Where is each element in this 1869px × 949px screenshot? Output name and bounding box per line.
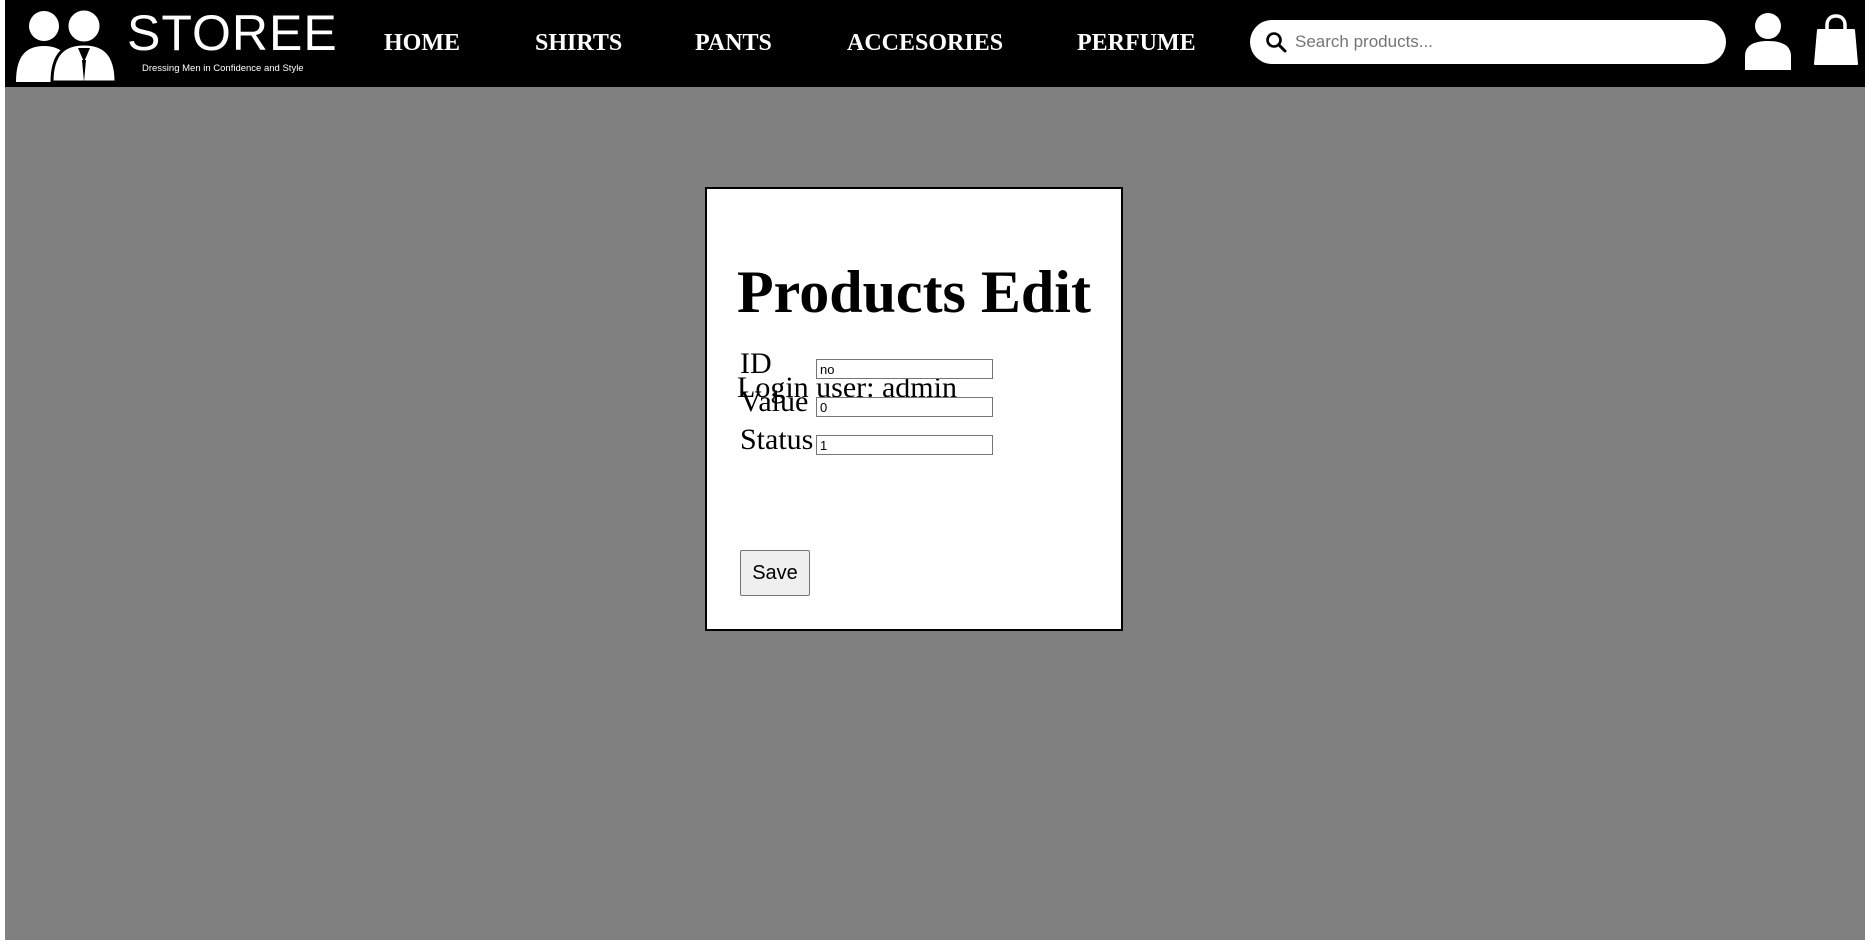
- page-title: Products Edit: [737, 259, 1091, 325]
- save-button[interactable]: Save: [740, 550, 810, 596]
- status-field[interactable]: [816, 435, 993, 455]
- people-icon: [16, 7, 118, 82]
- nav-item-shirts[interactable]: SHIRTS: [535, 28, 622, 58]
- search-bar: [1250, 20, 1726, 64]
- search-input[interactable]: [1295, 27, 1705, 57]
- nav-item-home[interactable]: HOME: [384, 28, 460, 58]
- field-label-status: Status: [740, 423, 814, 456]
- field-label-value: Value: [740, 385, 809, 418]
- product-edit-card: Products Edit Login user: admin ID Value…: [705, 187, 1123, 631]
- user-icon[interactable]: [1743, 12, 1793, 70]
- id-field[interactable]: [816, 359, 993, 379]
- brand-name: STOREE: [127, 5, 338, 61]
- main-content: Products Edit Login user: admin ID Value…: [5, 87, 1865, 940]
- brand-tagline: Dressing Men in Confidence and Style: [142, 63, 304, 74]
- nav-item-accesories[interactable]: ACCESORIES: [847, 28, 1003, 58]
- nav-item-pants[interactable]: PANTS: [695, 28, 772, 58]
- nav-item-perfume[interactable]: PERFUME: [1077, 28, 1196, 58]
- site-header: STOREE Dressing Men in Confidence and St…: [5, 0, 1865, 87]
- brand-logo[interactable]: STOREE Dressing Men in Confidence and St…: [14, 4, 337, 82]
- field-label-id: ID: [740, 347, 772, 380]
- shopping-bag-icon[interactable]: [1814, 14, 1858, 66]
- value-field[interactable]: [816, 397, 993, 417]
- page: STOREE Dressing Men in Confidence and St…: [0, 0, 1869, 949]
- search-icon[interactable]: [1265, 31, 1287, 53]
